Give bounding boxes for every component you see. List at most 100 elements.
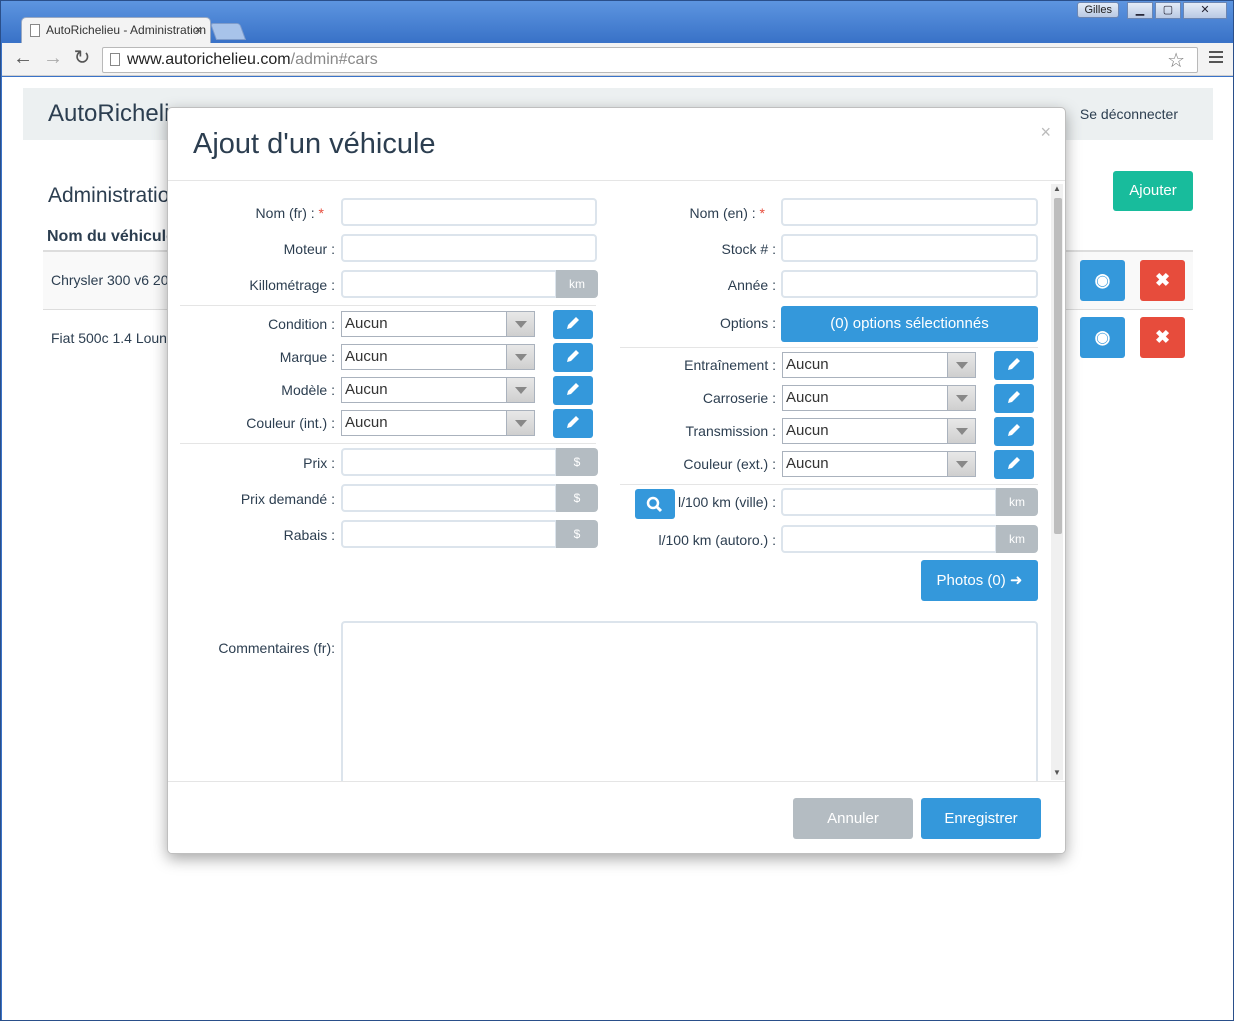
pencil-icon [567, 317, 579, 329]
scroll-up-icon[interactable]: ▲ [1052, 184, 1062, 193]
edit-transmission-button[interactable] [994, 417, 1034, 446]
edit-body-button[interactable] [994, 384, 1034, 413]
body-label: Carroserie : [702, 390, 776, 406]
modal-title: Ajout d'un véhicule [193, 128, 436, 160]
divider [180, 305, 596, 306]
city-consumption-label: l/100 km (ville) : [677, 494, 776, 510]
edit-model-button[interactable] [553, 376, 593, 405]
pencil-icon [1008, 457, 1020, 469]
city-consumption-input[interactable] [781, 488, 997, 516]
chevron-down-icon [506, 411, 534, 435]
currency-addon: $ [556, 448, 598, 476]
view-button[interactable]: ◉ [1080, 317, 1125, 358]
transmission-label: Transmission : [685, 423, 776, 439]
name-en-input[interactable] [781, 198, 1038, 226]
price-label: Prix : [303, 455, 335, 471]
divider [180, 443, 596, 444]
stock-input[interactable] [781, 234, 1038, 262]
scroll-down-icon[interactable]: ▼ [1052, 768, 1062, 777]
browser-tab[interactable]: AutoRichelieu - Administration × [21, 17, 211, 43]
minimize-button[interactable]: ▁ [1127, 2, 1153, 19]
chevron-down-icon [506, 312, 534, 336]
tab-title: AutoRichelieu - Administration [46, 23, 207, 37]
highway-consumption-input[interactable] [781, 525, 997, 553]
drive-select[interactable]: Aucun [782, 352, 976, 378]
scrollbar-thumb[interactable] [1054, 198, 1062, 534]
body-select[interactable]: Aucun [782, 385, 976, 411]
close-window-button[interactable]: ✕ [1183, 2, 1227, 19]
comments-textarea[interactable] [341, 621, 1038, 791]
condition-select[interactable]: Aucun [341, 311, 535, 337]
cancel-button[interactable]: Annuler [793, 798, 913, 839]
year-input[interactable] [781, 270, 1038, 298]
url-host: www.autorichelieu.com [127, 51, 291, 68]
color-int-select[interactable]: Aucun [341, 410, 535, 436]
name-fr-input[interactable] [341, 198, 597, 226]
condition-label: Condition : [268, 316, 335, 332]
delete-button[interactable]: ✖ [1140, 260, 1185, 301]
drive-label: Entraînement : [684, 357, 776, 373]
eye-icon: ◉ [1094, 270, 1111, 290]
site-brand[interactable]: AutoRicheli [48, 100, 169, 128]
photos-button[interactable]: Photos (0) ➜ [921, 560, 1038, 601]
browser-toolbar: ← → ↻ www.autorichelieu.com/admin#cars ☆ [2, 43, 1233, 76]
model-label: Modèle : [281, 382, 335, 398]
km-addon: km [556, 270, 598, 298]
menu-icon[interactable] [1209, 51, 1223, 66]
page-icon [30, 24, 40, 37]
edit-color-ext-button[interactable] [994, 450, 1034, 479]
add-button[interactable]: Ajouter [1113, 171, 1193, 211]
edit-brand-button[interactable] [553, 343, 593, 372]
divider [620, 347, 1038, 348]
page-title: Administratio [48, 184, 170, 207]
options-button[interactable]: (0) options sélectionnés [781, 306, 1038, 342]
window-controls: Gilles ▁ ▢ ✕ [1077, 2, 1227, 19]
pencil-icon [567, 383, 579, 395]
close-icon: ✖ [1154, 327, 1171, 347]
arrow-right-icon: ➜ [1009, 572, 1023, 589]
logout-link[interactable]: Se déconnecter [1080, 106, 1178, 122]
search-icon [646, 496, 663, 513]
price-input[interactable] [341, 448, 557, 476]
highway-consumption-label: l/100 km (autoro.) : [658, 532, 777, 548]
delete-button[interactable]: ✖ [1140, 317, 1185, 358]
name-fr-label: Nom (fr) : * [255, 205, 324, 221]
options-label: Options : [719, 315, 776, 331]
transmission-select[interactable]: Aucun [782, 418, 976, 444]
back-icon[interactable]: ← [12, 48, 34, 70]
edit-color-int-button[interactable] [553, 409, 593, 438]
edit-drive-button[interactable] [994, 351, 1034, 380]
new-tab-button[interactable] [209, 23, 247, 40]
engine-input[interactable] [341, 234, 597, 262]
close-icon[interactable]: × [1040, 122, 1051, 143]
discount-input[interactable] [341, 520, 557, 548]
comments-label: Commentaires (fr): [218, 640, 335, 656]
page-icon [110, 53, 120, 66]
close-tab-icon[interactable]: × [194, 22, 202, 37]
maximize-button[interactable]: ▢ [1155, 2, 1181, 19]
search-consumption-button[interactable] [635, 489, 675, 519]
mileage-label: Killométrage : [249, 277, 335, 293]
save-button[interactable]: Enregistrer [921, 798, 1041, 839]
forward-icon[interactable]: → [42, 48, 64, 70]
color-int-label: Couleur (int.) : [246, 415, 335, 431]
pencil-icon [1008, 391, 1020, 403]
address-bar[interactable]: www.autorichelieu.com/admin#cars ☆ [102, 47, 1198, 73]
brand-label: Marque : [279, 349, 335, 365]
mileage-input[interactable] [341, 270, 557, 298]
model-select[interactable]: Aucun [341, 377, 535, 403]
reload-icon[interactable]: ↻ [71, 48, 93, 70]
url-path: /admin#cars [290, 51, 378, 68]
brand-select[interactable]: Aucun [341, 344, 535, 370]
color-ext-select[interactable]: Aucun [782, 451, 976, 477]
bookmark-star-icon[interactable]: ☆ [1167, 48, 1185, 73]
edit-condition-button[interactable] [553, 310, 593, 339]
currency-addon: $ [556, 484, 598, 512]
pencil-icon [1008, 424, 1020, 436]
close-icon: ✖ [1154, 270, 1171, 290]
chevron-down-icon [947, 452, 975, 476]
chevron-down-icon [947, 353, 975, 377]
asked-price-input[interactable] [341, 484, 557, 512]
km-addon: km [996, 525, 1038, 553]
view-button[interactable]: ◉ [1080, 260, 1125, 301]
